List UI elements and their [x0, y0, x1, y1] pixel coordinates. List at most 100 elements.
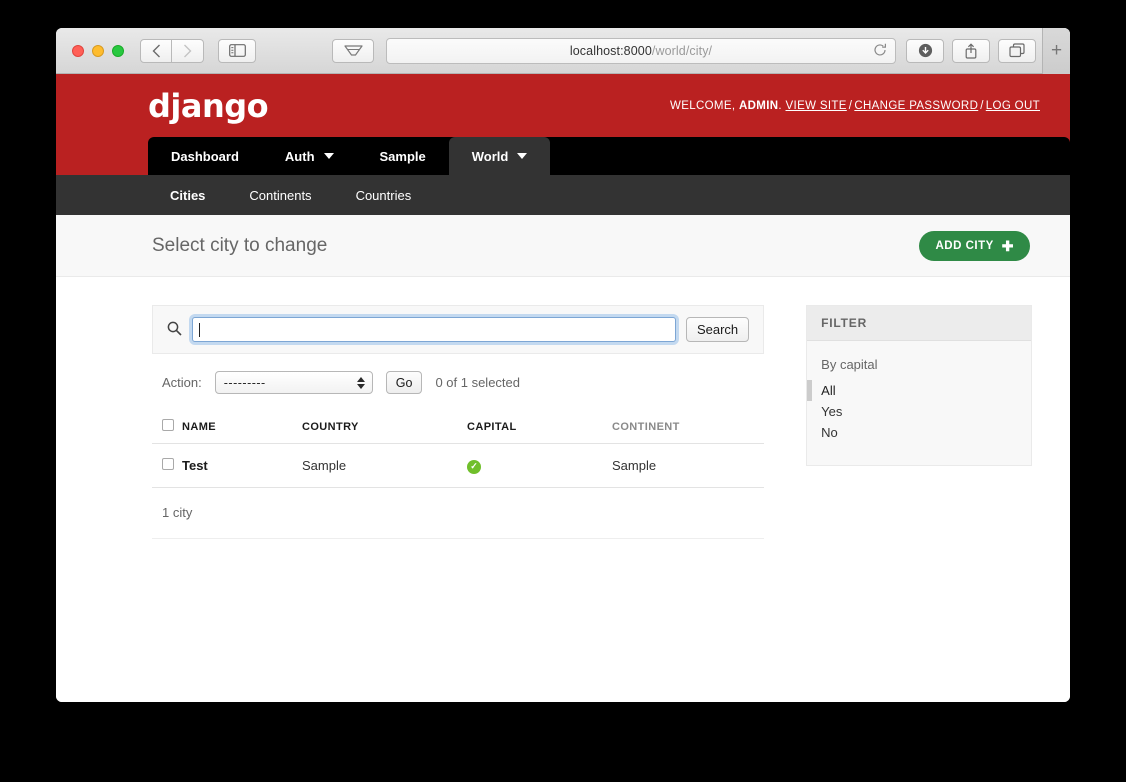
select-all-header [152, 410, 182, 444]
close-window-button[interactable] [72, 44, 84, 57]
address-bar[interactable]: localhost:8000/world/city/ [386, 37, 896, 64]
filter-option-yes[interactable]: Yes [807, 401, 1031, 422]
tab-overview-icon [1009, 43, 1025, 58]
user-tools: WELCOME, ADMIN. VIEW SITE / CHANGE PASSWOR… [670, 100, 1040, 112]
sidebar-toggle-button[interactable] [218, 38, 256, 63]
search-icon [167, 321, 182, 339]
reader-view-button[interactable] [332, 38, 374, 63]
log-out-link[interactable]: LOG OUT [986, 100, 1040, 112]
action-label: Action: [162, 375, 202, 390]
search-button[interactable]: Search [685, 317, 750, 342]
view-site-link[interactable]: VIEW SITE [786, 100, 847, 112]
share-button[interactable] [952, 38, 990, 63]
forward-button[interactable] [172, 38, 204, 63]
maximize-window-button[interactable] [112, 44, 124, 57]
cell-continent: Sample [612, 443, 765, 488]
column-label: CONTINENT [612, 420, 680, 433]
column-header-country[interactable]: COUNTRY [302, 410, 467, 444]
results-table: NAME COUNTRY CAPITAL CONTINENT Test Samp… [152, 410, 765, 488]
page-title-band: Select city to change ADD CITY ✚ [56, 215, 1070, 277]
new-tab-button[interactable]: + [1042, 28, 1070, 74]
column-label: COUNTRY [302, 420, 359, 433]
main-nav-wrapper: Dashboard Auth Sample World [56, 137, 1070, 175]
table-header-row: NAME COUNTRY CAPITAL CONTINENT [152, 410, 765, 444]
row-checkbox[interactable] [162, 457, 174, 470]
back-button[interactable] [140, 38, 172, 63]
text-cursor [199, 322, 200, 337]
filter-option-label: All [821, 383, 836, 398]
navigation-buttons [140, 38, 204, 63]
sub-nav-label: Countries [355, 187, 412, 203]
minimize-window-button[interactable] [92, 44, 104, 57]
sub-nav: Cities Continents Countries [56, 175, 1070, 215]
filter-option-label: No [821, 425, 838, 440]
filter-column: FILTER By capital All Yes No [806, 305, 1032, 539]
reload-button[interactable] [873, 43, 887, 59]
result-count: 1 city [162, 504, 193, 520]
column-header-continent: CONTINENT [612, 410, 765, 444]
tab-overview-button[interactable] [998, 38, 1036, 63]
link-separator-2: / [980, 99, 984, 112]
cell-name: Test [182, 443, 302, 488]
plus-icon: ✚ [1001, 237, 1014, 254]
filter-option-label: Yes [821, 404, 843, 419]
changelist-main-column: Search Action: --------- Go 0 of 1 selec… [152, 305, 765, 539]
nav-item-label: Auth [284, 148, 315, 164]
filter-option-list: All Yes No [807, 380, 1031, 465]
chevron-down-icon [517, 153, 528, 159]
filter-option-no[interactable]: No [807, 422, 1031, 443]
nav-item-label: Dashboard [171, 148, 239, 164]
sidebar-toggle-icon [228, 44, 246, 57]
paginator: 1 city [152, 488, 765, 539]
downloads-button[interactable] [906, 38, 944, 63]
nav-item-dashboard[interactable]: Dashboard [148, 137, 262, 175]
filter-heading: FILTER [807, 306, 1031, 341]
go-button[interactable]: Go [385, 371, 423, 394]
browser-window: localhost:8000/world/city/ + django WELC… [56, 28, 1070, 702]
filter-panel: FILTER By capital All Yes No [806, 305, 1032, 466]
action-select-value: --------- [223, 375, 266, 390]
django-admin-page: django WELCOME, ADMIN. VIEW SITE / CHANGE … [56, 74, 1070, 702]
select-stepper-icon [356, 376, 365, 389]
window-controls [72, 44, 124, 57]
nav-item-label: World [471, 148, 509, 164]
nav-item-sample[interactable]: Sample [357, 137, 449, 175]
browser-toolbar: localhost:8000/world/city/ + [56, 28, 1070, 74]
toolbar-right-buttons [906, 38, 1036, 63]
sub-nav-label: Cities [170, 187, 206, 203]
nav-item-auth[interactable]: Auth [262, 137, 357, 175]
downloads-icon [918, 43, 932, 58]
chevron-down-icon [323, 153, 334, 159]
results-table-body: Test Sample ✓ Sample [152, 443, 765, 488]
table-row: Test Sample ✓ Sample [152, 443, 765, 488]
column-header-capital[interactable]: CAPITAL [467, 410, 612, 444]
city-link[interactable]: Test [182, 458, 208, 473]
search-toolbar: Search [152, 305, 765, 354]
column-header-name[interactable]: NAME [182, 410, 302, 444]
actions-row: Action: --------- Go 0 of 1 selected [152, 354, 764, 410]
action-select[interactable]: --------- [214, 371, 373, 394]
new-tab-label: + [1050, 39, 1063, 61]
search-button-label: Search [696, 322, 739, 337]
django-logo[interactable]: django [148, 87, 269, 125]
check-circle-icon: ✓ [467, 459, 481, 474]
change-password-link[interactable]: CHANGE PASSWORD [854, 100, 978, 112]
select-all-checkbox[interactable] [162, 419, 174, 431]
add-city-button[interactable]: ADD CITY ✚ [919, 230, 1030, 261]
username-label: ADMIN [738, 99, 779, 112]
filter-option-all[interactable]: All [807, 380, 1031, 401]
cell-capital: ✓ [467, 443, 612, 488]
sub-nav-item-countries[interactable]: Countries [334, 188, 434, 203]
results-table-head: NAME COUNTRY CAPITAL CONTINENT [152, 410, 765, 444]
reader-view-icon [343, 45, 363, 56]
nav-item-label: Sample [379, 148, 426, 164]
sub-nav-label: Continents [249, 187, 312, 203]
back-chevron-icon [152, 44, 160, 57]
column-label: CAPITAL [467, 420, 517, 433]
sub-nav-item-continents[interactable]: Continents [227, 188, 333, 203]
add-city-label: ADD CITY [935, 239, 994, 252]
nav-item-world[interactable]: World [448, 137, 551, 175]
search-input[interactable] [192, 317, 676, 342]
cell-country: Sample [302, 443, 467, 488]
sub-nav-item-cities[interactable]: Cities [148, 188, 227, 203]
